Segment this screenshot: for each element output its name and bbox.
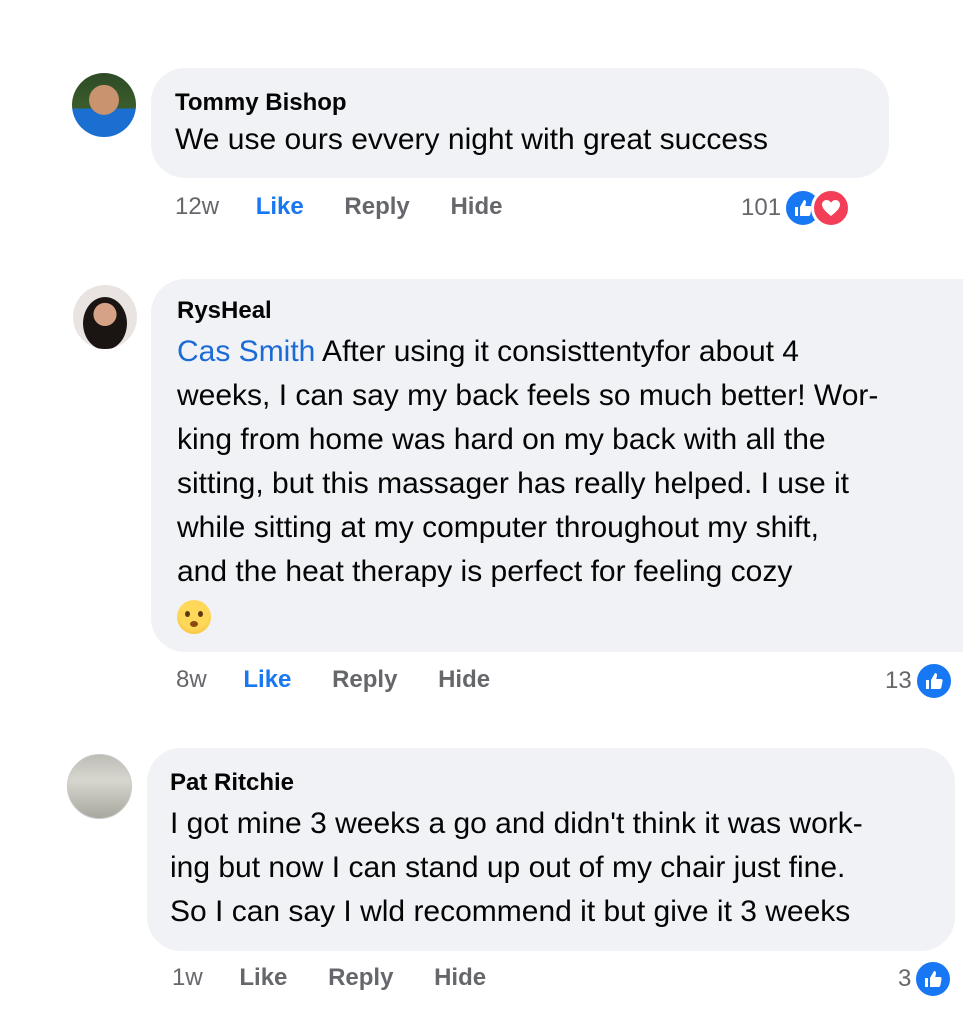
reply-button[interactable]: Reply	[344, 193, 409, 220]
comment-bubble: Tommy Bishop We use ours evvery night wi…	[151, 68, 889, 178]
comment-text: I got mine 3 weeks a go and didn't think…	[170, 807, 863, 928]
like-button[interactable]: Like	[243, 666, 291, 693]
comment-actions: 8w Like Reply Hide	[176, 666, 490, 694]
reaction-summary[interactable]: 3	[898, 959, 954, 999]
comment-bubble: RysHeal Cas Smith After using it consist…	[151, 279, 963, 652]
reaction-summary[interactable]: 13	[885, 661, 954, 701]
hide-button[interactable]: Hide	[450, 193, 502, 220]
reaction-count: 13	[885, 667, 912, 694]
comment-author[interactable]: Tommy Bishop	[175, 88, 889, 118]
comment-timestamp[interactable]: 8w	[176, 666, 207, 693]
avatar[interactable]	[72, 73, 136, 137]
avatar[interactable]	[67, 754, 132, 819]
flushed-face-emoji-icon	[177, 600, 211, 634]
reaction-count: 3	[898, 965, 912, 992]
reaction-summary[interactable]: 101	[741, 188, 852, 228]
like-icon	[913, 661, 954, 701]
reaction-count: 101	[741, 194, 782, 221]
reply-button[interactable]: Reply	[328, 964, 393, 991]
comment-timestamp[interactable]: 12w	[175, 193, 219, 220]
avatar[interactable]	[73, 285, 137, 349]
hide-button[interactable]: Hide	[438, 666, 490, 693]
mention-link[interactable]: Cas Smith	[177, 335, 315, 368]
comment-text: Cas Smith After using it consisttentyfor…	[177, 330, 963, 594]
comment-text: We use ours evvery night with great succ…	[175, 123, 769, 156]
comment-actions: 1w Like Reply Hide	[172, 964, 486, 992]
love-icon	[811, 188, 852, 228]
comment-bubble: Pat Ritchie I got mine 3 weeks a go and …	[147, 748, 955, 951]
comment-timestamp[interactable]: 1w	[172, 964, 203, 991]
reply-button[interactable]: Reply	[332, 666, 397, 693]
like-button[interactable]: Like	[239, 964, 287, 991]
comment-actions: 12w Like Reply Hide	[175, 193, 502, 221]
comment-author[interactable]: Pat Ritchie	[170, 768, 955, 798]
comment-author[interactable]: RysHeal	[177, 296, 963, 326]
comment-body: After using it consisttentyfor about 4 w…	[177, 335, 879, 588]
like-icon	[913, 959, 954, 999]
like-button[interactable]: Like	[256, 193, 304, 220]
hide-button[interactable]: Hide	[434, 964, 486, 991]
